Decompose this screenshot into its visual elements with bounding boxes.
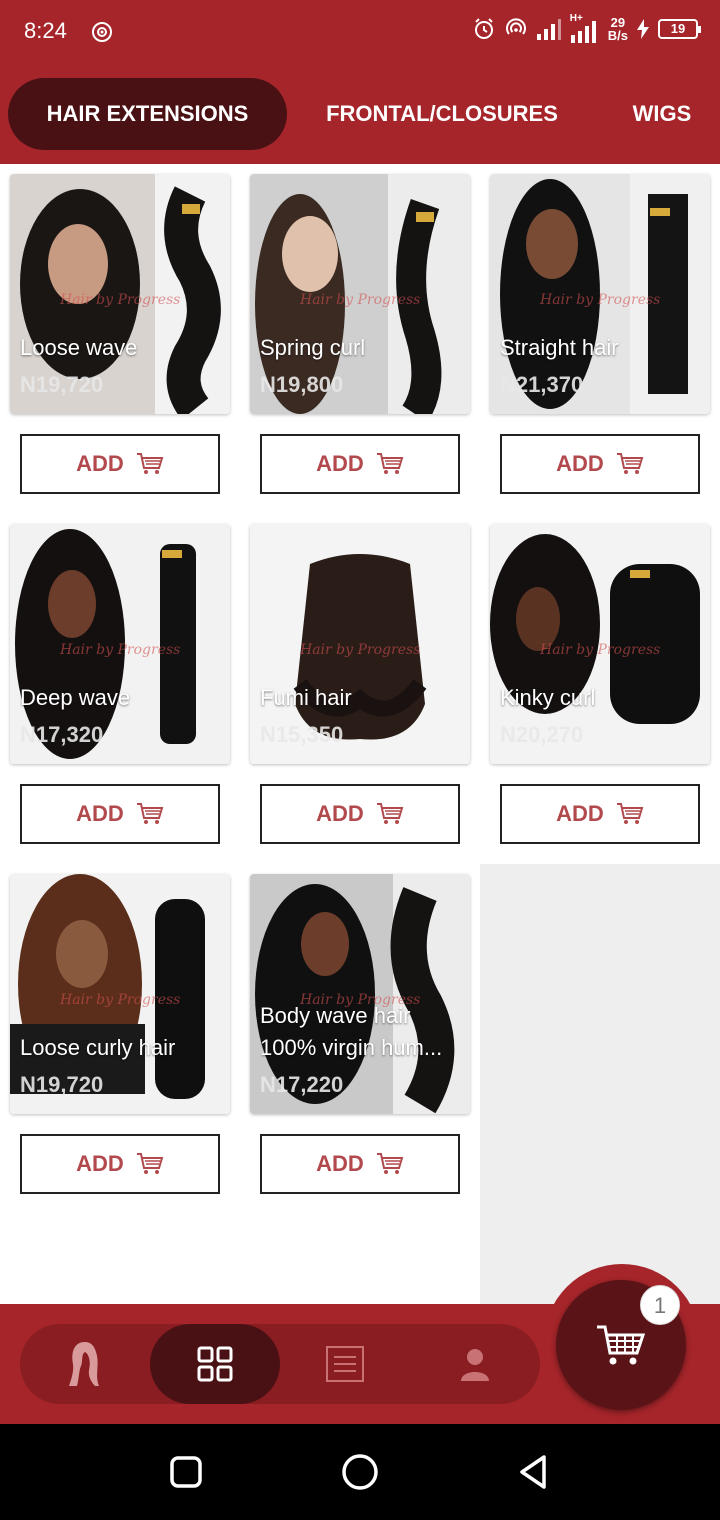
product-card[interactable]: Hair by Progress Kinky curl N20,270	[490, 524, 710, 764]
product-name: Spring curl	[260, 335, 366, 360]
status-time: 8:24	[24, 18, 67, 43]
signal-hplus: H+	[570, 13, 600, 43]
home-icon[interactable]	[340, 1452, 380, 1492]
signal-icon-2	[570, 21, 596, 43]
watermark: Hair by Progress	[60, 292, 181, 308]
hotspot-icon	[92, 22, 112, 42]
cart-icon	[376, 1153, 404, 1174]
product-card[interactable]: Hair by Progress Loose curly hair N19,72…	[10, 874, 230, 1114]
add-to-cart-button[interactable]: ADD	[500, 784, 700, 844]
grid-icon	[197, 1346, 233, 1382]
nav-profile-button[interactable]	[410, 1324, 540, 1404]
product-price: N17,320	[20, 722, 104, 747]
watermark: Hair by Progress	[60, 992, 181, 1008]
woman-silhouette-icon	[69, 1342, 99, 1386]
product-name: Loose curly hair	[20, 1035, 176, 1060]
product-card[interactable]: Hair by Progress Loose wave N19,720	[10, 174, 230, 414]
add-to-cart-button[interactable]: ADD	[20, 1134, 220, 1194]
product-price: N19,800	[260, 372, 344, 397]
product-name: Fumi hair	[260, 685, 352, 710]
net-speed: 29 B/s	[607, 15, 628, 43]
add-to-cart-button[interactable]: ADD	[20, 784, 220, 844]
product-price: N17,220	[260, 1072, 344, 1097]
product-price: N20,270	[500, 722, 584, 747]
product-card[interactable]: Hair by Progress Body wave hair 100% vir…	[250, 874, 470, 1114]
product-card[interactable]: Hair by Progress Straight hair N21,370	[490, 174, 710, 414]
watermark: Hair by Progress	[540, 292, 661, 308]
add-to-cart-button[interactable]: ADD	[260, 784, 460, 844]
product-card[interactable]: Hair by Progress Deep wave N17,320	[10, 524, 230, 764]
product-name: Deep wave	[20, 685, 131, 710]
nav-list-button[interactable]	[280, 1324, 410, 1404]
empty-cell	[480, 864, 720, 1304]
cart-icon	[376, 453, 404, 474]
tab-hair-extensions[interactable]: HAIR EXTENSIONS	[8, 78, 287, 150]
charging-icon	[637, 19, 649, 39]
nav-grid-button[interactable]	[150, 1324, 280, 1404]
list-icon	[326, 1346, 364, 1382]
watermark: Hair by Progress	[300, 292, 421, 308]
alarm-icon	[474, 18, 493, 39]
cart-icon	[616, 803, 644, 824]
product-name: Kinky curl	[500, 685, 596, 710]
product-card[interactable]: Hair by Progress Spring curl N19,800	[250, 174, 470, 414]
signal-icon	[536, 19, 561, 40]
hotspot-tether-icon	[505, 18, 526, 35]
product-card[interactable]: Hair by Progress Fumi hair N15,350	[250, 524, 470, 764]
profile-icon	[461, 1349, 489, 1381]
cart-icon	[597, 1325, 646, 1365]
product-name-line2: 100% virgin hum...	[260, 1035, 443, 1060]
system-nav-bar	[0, 1424, 720, 1520]
product-name: Loose wave	[20, 335, 138, 360]
status-bar: 8:24 H+ 29 B/s 19	[0, 0, 720, 64]
back-icon[interactable]	[514, 1452, 554, 1492]
cart-icon	[136, 453, 164, 474]
product-price: N15,350	[260, 722, 344, 747]
add-to-cart-button[interactable]: ADD	[260, 1134, 460, 1194]
product-price: N19,720	[20, 372, 104, 397]
category-tabs: HAIR EXTENSIONS FRONTAL/CLOSURES WIGS	[0, 64, 720, 164]
watermark: Hair by Progress	[300, 642, 421, 658]
watermark: Hair by Progress	[540, 642, 661, 658]
cart-icon	[616, 453, 644, 474]
cart-icon	[136, 803, 164, 824]
watermark: Hair by Progress	[60, 642, 181, 658]
cart-icon	[376, 803, 404, 824]
battery-icon: 19	[658, 19, 701, 39]
recent-apps-icon[interactable]	[166, 1452, 206, 1492]
tab-wigs[interactable]: WIGS	[620, 78, 704, 150]
product-name: Body wave hair	[260, 1003, 411, 1028]
nav-hair-button[interactable]	[20, 1324, 150, 1404]
product-price: N21,370	[500, 372, 584, 397]
tab-frontal-closures[interactable]: FRONTAL/CLOSURES	[306, 78, 578, 150]
add-to-cart-button[interactable]: ADD	[260, 434, 460, 494]
cart-count-badge: 1	[640, 1285, 680, 1325]
product-grid: Hair by Progress Loose wave N19,720 Hair…	[0, 164, 720, 1304]
cart-icon	[136, 1153, 164, 1174]
product-name: Straight hair	[500, 335, 619, 360]
add-to-cart-button[interactable]: ADD	[20, 434, 220, 494]
add-to-cart-button[interactable]: ADD	[500, 434, 700, 494]
nav-pill	[20, 1324, 540, 1404]
product-price: N19,720	[20, 1072, 104, 1097]
